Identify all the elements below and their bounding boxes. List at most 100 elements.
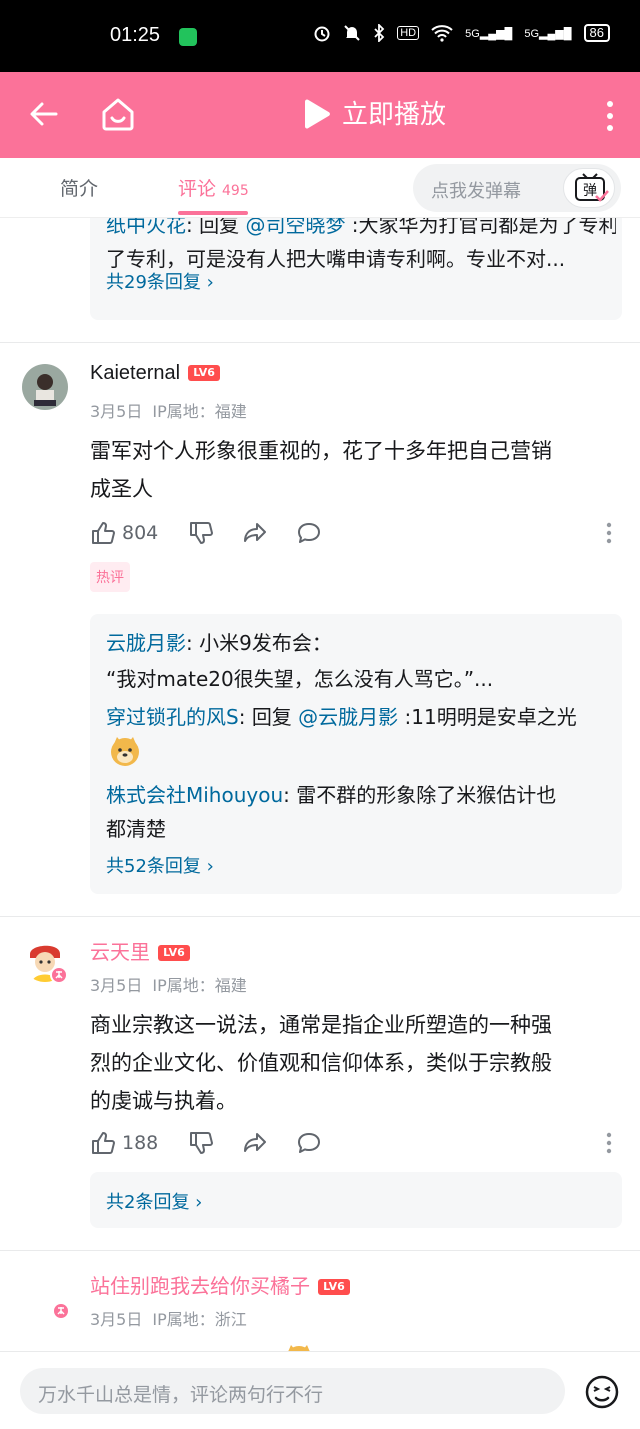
comment-content[interactable]: 雷军对个人形象很重视的，花了十多年把自己营销 成圣人 xyxy=(90,432,620,508)
tab-bar: 简介 评论 495 点我发弹幕 弹 xyxy=(0,158,640,218)
danmaku-input[interactable]: 点我发弹幕 弹 xyxy=(413,164,621,212)
like-icon[interactable] xyxy=(90,520,116,546)
comment-username[interactable]: 站住别跑我去给你买橘子 xyxy=(90,1276,310,1298)
status-icons: HD 5G▂▄▆█ 5G▂▄▆█ 86 xyxy=(313,24,610,42)
comment-input-placeholder: 万水千山总是情，评论两句行不行 xyxy=(38,1384,324,1406)
divider xyxy=(0,1250,640,1251)
more-vertical-icon[interactable] xyxy=(600,98,620,134)
play-now-button[interactable]: 立即播放 xyxy=(342,98,446,132)
vip-badge-icon xyxy=(50,966,68,984)
reply-icon[interactable] xyxy=(296,520,322,546)
comment-input-bar: 万水千山总是情，评论两句行不行 xyxy=(0,1351,640,1429)
tab-comments[interactable]: 评论 495 xyxy=(178,174,249,201)
reply-text: 雷不群的形象除了米猴估计也 xyxy=(296,783,557,807)
tab-intro[interactable]: 简介 xyxy=(60,174,98,201)
reply-line-2: 都清楚 xyxy=(106,817,166,841)
danmaku-icon-text: 弹 xyxy=(583,183,597,199)
comment-meta: 3月5日 IP属地：浙江 xyxy=(90,1306,247,1330)
reply-text: :大家华为打官司都是为了专利，可是没有人把大嘴申请专利啊。专业不对... xyxy=(351,218,616,237)
more-replies-link[interactable]: 共52条回复 › xyxy=(106,852,214,878)
alarm-icon xyxy=(314,26,330,42)
reply-preview-box[interactable]: 共2条回复 › xyxy=(90,1172,622,1228)
level-badge: LV6 xyxy=(318,1279,350,1295)
share-icon[interactable] xyxy=(242,520,268,546)
app-bar: 立即播放 xyxy=(0,72,640,158)
comment-header: Kaieternal LV6 xyxy=(90,362,221,385)
share-icon[interactable] xyxy=(242,1130,268,1156)
comment-actions: 804 xyxy=(90,516,322,550)
comment-date: 3月5日 xyxy=(90,976,143,995)
comment-more-icon[interactable] xyxy=(606,1132,612,1154)
back-arrow-icon[interactable] xyxy=(26,96,62,132)
comment-date: 3月5日 xyxy=(90,1310,143,1329)
status-bar: 01:25 HD 5G▂▄▆█ 5G▂▄▆█ 86 xyxy=(0,0,640,72)
reply-separator: : xyxy=(186,631,200,655)
dislike-icon[interactable] xyxy=(188,1130,214,1156)
level-badge: LV6 xyxy=(158,945,190,961)
reply-line: 云胧月影: 小米9发布会： xyxy=(106,626,332,660)
comment-username[interactable]: Kaieternal xyxy=(90,362,180,384)
signal-1-label: 5G xyxy=(465,27,480,40)
reply-line-2: “我对mate20很失望，怎么没有人骂它。”... xyxy=(106,667,494,691)
emoji-icon[interactable] xyxy=(584,1374,620,1410)
status-time: 01:25 xyxy=(110,24,161,46)
dislike-icon[interactable] xyxy=(188,520,214,546)
doge-emoji-icon xyxy=(111,737,139,766)
wechat-notification-icon xyxy=(179,28,197,46)
comment-ip: IP属地：福建 xyxy=(152,976,247,995)
comment-header: 云天里 LV6 xyxy=(90,936,190,965)
comment-meta: 3月5日 IP属地：福建 xyxy=(90,398,247,422)
like-count: 188 xyxy=(122,1132,159,1154)
signal-2-label: 5G xyxy=(524,27,540,40)
reply-preview-box[interactable]: 云胧月影: 小米9发布会： “我对mate20很失望，怎么没有人骂它。”... … xyxy=(90,614,622,894)
comments-count: 495 xyxy=(222,183,249,199)
battery-indicator: 86 xyxy=(583,24,610,42)
reply-text: 小米9发布会： xyxy=(199,631,332,655)
signal-icon-2: 5G▂▄▆█ xyxy=(524,27,572,40)
more-replies-link[interactable]: 共2条回复 › xyxy=(106,1188,202,1214)
comment-actions: 188 xyxy=(90,1126,322,1160)
reply-mention[interactable]: @云胧月影 xyxy=(298,705,398,729)
comment-ip: IP属地：浙江 xyxy=(152,1310,247,1329)
comment-input[interactable]: 万水千山总是情，评论两句行不行 xyxy=(20,1368,565,1414)
comment-more-icon[interactable] xyxy=(606,522,612,544)
divider xyxy=(0,916,640,917)
reply-line: 穿过锁孔的风S: 回复 @云胧月影 :11明明是安卓之光 xyxy=(106,700,577,734)
like-count: 804 xyxy=(122,522,159,544)
reply-mention[interactable]: @司空晓梦 xyxy=(245,218,345,237)
comment-feed[interactable]: 纸中火花: 回复 @司空晓梦 :大家华为打官司都是为了专利，可是没有人把大嘴申请… xyxy=(0,218,640,1351)
mute-icon xyxy=(344,25,360,41)
reply-preview-box[interactable]: 纸中火花: 回复 @司空晓梦 :大家华为打官司都是为了专利，可是没有人把大嘴申请… xyxy=(90,218,622,320)
more-replies-text: 共29条回复 xyxy=(106,272,201,293)
hd-indicator: HD xyxy=(397,26,420,40)
comment-header: 站住别跑我去给你买橘子 LV6 xyxy=(90,1270,350,1299)
play-icon[interactable] xyxy=(298,98,332,132)
vip-badge-icon xyxy=(52,1302,70,1320)
danmaku-toggle-icon[interactable]: 弹 xyxy=(563,168,615,208)
doge-emoji-icon xyxy=(288,1345,310,1351)
comment-content-line-1: 雷军对个人形象很重视的，花了十多年把自己营销 xyxy=(90,439,552,463)
home-icon[interactable] xyxy=(98,94,138,134)
reply-line: 株式会社Mihouyou: 雷不群的形象除了米猴估计也 xyxy=(106,778,556,812)
divider xyxy=(0,342,640,343)
hot-comment-tag: 热评 xyxy=(90,562,130,592)
bluetooth-icon xyxy=(374,24,385,42)
reply-username[interactable]: 云胧月影 xyxy=(106,631,186,655)
reply-username[interactable]: 穿过锁孔的风S xyxy=(106,705,239,729)
wifi-icon xyxy=(431,25,453,42)
comment-content-line-3: 的虔诚与执着。 xyxy=(90,1089,237,1113)
avatar[interactable] xyxy=(22,364,68,410)
comment-ip: IP属地：福建 xyxy=(152,402,247,421)
reply-username[interactable]: 株式会社Mihouyou xyxy=(106,783,283,807)
level-badge: LV6 xyxy=(188,365,221,381)
comment-username[interactable]: 云天里 xyxy=(90,942,150,964)
reply-username[interactable]: 纸中火花 xyxy=(106,218,186,237)
reply-icon[interactable] xyxy=(296,1130,322,1156)
more-replies-link[interactable]: 共29条回复 › xyxy=(106,268,214,294)
reply-prefix: 回复 xyxy=(251,705,299,729)
reply-separator: : xyxy=(283,783,297,807)
reply-line: 纸中火花: 回复 @司空晓梦 :大家华为打官司都是为了专利，可是没有人把大嘴申请… xyxy=(106,218,616,242)
comment-content[interactable]: 商业宗教这一说法，通常是指企业所塑造的一种强 烈的企业文化、价值观和信仰体系，类… xyxy=(90,1006,620,1120)
comment-content-line-2: 烈的企业文化、价值观和信仰体系，类似于宗教般 xyxy=(90,1051,552,1075)
like-icon[interactable] xyxy=(90,1130,116,1156)
